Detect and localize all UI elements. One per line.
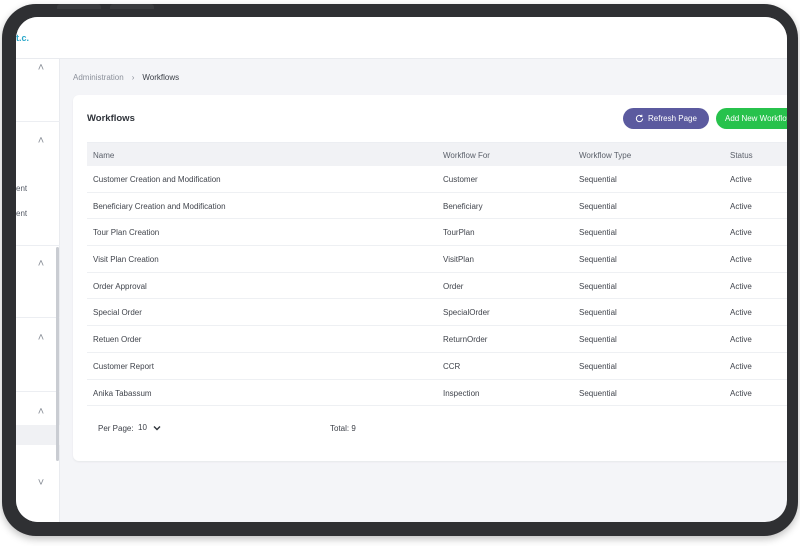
cell-name: Retuen Order [93, 335, 142, 345]
sidebar-scrollbar[interactable] [56, 247, 59, 461]
table-row[interactable]: Retuen Order ReturnOrder Sequential Acti… [87, 326, 787, 353]
tablet-power-button [110, 4, 154, 9]
brand-logo-text: t.c. [16, 33, 30, 43]
breadcrumb: Administration › Workflows [73, 73, 179, 82]
chevron-down-icon [153, 425, 161, 431]
chevron-up-icon[interactable]: ˄ [34, 61, 48, 75]
table-row[interactable]: Special Order SpecialOrder Sequential Ac… [87, 299, 787, 327]
cell-name: Visit Plan Creation [93, 255, 159, 265]
workflows-table: Name Workflow For Workflow Type Status C… [87, 142, 787, 407]
sidebar-item-label[interactable]: ent [16, 209, 27, 218]
cell-workflow-for: VisitPlan [443, 255, 474, 265]
breadcrumb-separator: › [131, 73, 135, 82]
cell-status: Active [730, 281, 752, 291]
cell-name: Customer Report [93, 361, 154, 371]
table-row[interactable]: Order Approval Order Sequential Active [87, 273, 787, 300]
cell-workflow-for: Beneficiary [443, 201, 483, 211]
screen: t.c. ˄ ˄ ent ent ˄ ˄ ˄ ˅ Administration … [16, 17, 787, 522]
top-app-bar: t.c. [16, 17, 787, 59]
cell-workflow-for: Inspection [443, 388, 480, 398]
cell-name: Order Approval [93, 281, 147, 291]
cell-name: Customer Creation and Modification [93, 175, 221, 184]
per-page-select[interactable]: 10 [138, 423, 161, 432]
table-row[interactable]: Customer Creation and Modification Custo… [87, 166, 787, 193]
tablet-volume-button [57, 4, 101, 9]
cell-status: Active [730, 388, 752, 398]
cell-status: Active [730, 308, 752, 318]
table-row[interactable]: Beneficiary Creation and Modification Be… [87, 193, 787, 220]
chevron-up-icon[interactable]: ˄ [34, 134, 48, 148]
refresh-page-button[interactable]: Refresh Page [623, 108, 709, 129]
chevron-down-icon[interactable]: ˅ [34, 476, 48, 490]
column-header-name[interactable]: Name [93, 151, 114, 160]
tablet-frame: t.c. ˄ ˄ ent ent ˄ ˄ ˄ ˅ Administration … [2, 4, 798, 536]
table-row[interactable]: Anika Tabassum Inspection Sequential Act… [87, 380, 787, 407]
cell-workflow-type: Sequential [579, 388, 617, 398]
column-header-workflow-type[interactable]: Workflow Type [579, 151, 631, 160]
cell-workflow-for: SpecialOrder [443, 308, 490, 318]
cell-status: Active [730, 335, 752, 345]
add-new-workflow-label: Add New Workflow [725, 114, 787, 123]
cell-status: Active [730, 201, 752, 211]
cell-name: Anika Tabassum [93, 388, 152, 398]
table-footer: Per Page: 10 Total: 9 [87, 420, 787, 440]
cell-workflow-type: Sequential [579, 175, 617, 184]
cell-status: Active [730, 175, 752, 184]
sidebar-divider [16, 121, 60, 122]
cell-workflow-type: Sequential [579, 201, 617, 211]
cell-workflow-for: CCR [443, 361, 461, 371]
cell-name: Special Order [93, 308, 142, 318]
sidebar: ˄ ˄ ent ent ˄ ˄ ˄ ˅ [16, 59, 60, 522]
chevron-up-icon[interactable]: ˄ [34, 405, 48, 419]
table-row[interactable]: Tour Plan Creation TourPlan Sequential A… [87, 219, 787, 247]
add-new-workflow-button[interactable]: Add New Workflow [716, 108, 787, 129]
sidebar-item-label[interactable]: ent [16, 184, 27, 193]
refresh-icon [635, 114, 644, 123]
cell-workflow-type: Sequential [579, 281, 617, 291]
sidebar-divider [16, 391, 60, 392]
total-count: Total: 9 [330, 424, 356, 433]
cell-workflow-for: Order [443, 281, 464, 291]
breadcrumb-item-administration[interactable]: Administration [73, 73, 124, 82]
cell-name: Tour Plan Creation [93, 228, 160, 238]
refresh-page-label: Refresh Page [648, 114, 697, 123]
cell-workflow-for: Customer [443, 175, 478, 184]
sidebar-divider [16, 317, 60, 318]
cell-status: Active [730, 361, 752, 371]
chevron-up-icon[interactable]: ˄ [34, 257, 48, 271]
per-page-value: 10 [138, 423, 147, 432]
cell-status: Active [730, 255, 752, 265]
table-row[interactable]: Visit Plan Creation VisitPlan Sequential… [87, 246, 787, 273]
cell-workflow-type: Sequential [579, 335, 617, 345]
cell-workflow-type: Sequential [579, 255, 617, 265]
cell-workflow-type: Sequential [579, 228, 617, 238]
per-page-label: Per Page: [98, 424, 134, 433]
chevron-up-icon[interactable]: ˄ [34, 331, 48, 345]
table-header: Name Workflow For Workflow Type Status [87, 142, 787, 166]
sidebar-item-active[interactable] [16, 425, 60, 445]
workflows-card: Workflows Refresh Page Add New Workflow … [73, 95, 787, 461]
table-row[interactable]: Customer Report CCR Sequential Active [87, 353, 787, 380]
cell-workflow-for: TourPlan [443, 228, 475, 238]
cell-status: Active [730, 228, 752, 238]
cell-workflow-for: ReturnOrder [443, 335, 488, 345]
cell-workflow-type: Sequential [579, 361, 617, 371]
column-header-status[interactable]: Status [730, 151, 753, 160]
cell-name: Beneficiary Creation and Modification [93, 201, 226, 211]
column-header-workflow-for[interactable]: Workflow For [443, 151, 490, 160]
sidebar-divider [16, 245, 60, 246]
breadcrumb-item-workflows: Workflows [142, 73, 180, 82]
page-title: Workflows [87, 113, 135, 124]
cell-workflow-type: Sequential [579, 308, 617, 318]
